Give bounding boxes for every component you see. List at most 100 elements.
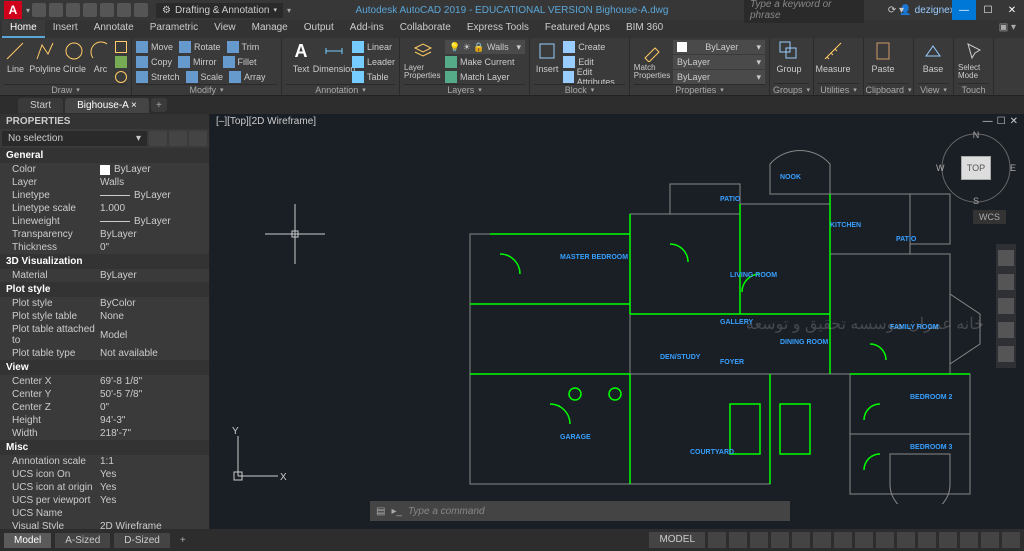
prop-row[interactable]: Linetype ByLayer — [0, 189, 209, 202]
leader-tool[interactable]: Leader — [352, 55, 395, 69]
file-tab-start[interactable]: Start — [18, 98, 63, 113]
polyline-tool[interactable]: Polyline — [30, 40, 60, 74]
ortho-toggle[interactable] — [750, 532, 768, 548]
wcs-label[interactable]: WCS — [973, 210, 1006, 224]
make-current-button[interactable]: Make Current — [445, 55, 525, 69]
block-create[interactable]: Create — [563, 40, 625, 54]
search-input[interactable]: Type a keyword or phrase — [744, 0, 864, 23]
drawing-canvas[interactable]: [–][Top][2D Wireframe] — ☐ ✕ — [210, 114, 1024, 529]
scale-tool[interactable]: Scale — [186, 70, 224, 84]
prop-row[interactable]: TransparencyByLayer — [0, 228, 209, 241]
panel-title-utilities[interactable]: Utilities — [818, 83, 859, 95]
model-space-button[interactable]: MODEL — [649, 532, 705, 548]
circle-tool[interactable]: Circle — [63, 40, 86, 74]
layout-tab-d[interactable]: D-Sized — [114, 533, 170, 548]
measure-button[interactable]: Measure — [818, 40, 848, 74]
annotation-scale-button[interactable] — [876, 532, 894, 548]
prop-row[interactable]: UCS icon at originYes — [0, 481, 209, 494]
property-combo-0[interactable]: ByLayer▾ — [673, 40, 765, 54]
close-button[interactable]: ✕ — [1000, 0, 1024, 20]
command-history-button[interactable]: ▤ — [376, 506, 385, 517]
ribbon-minimize-button[interactable]: ▣ ▾ — [991, 20, 1024, 38]
viewport-minimize-button[interactable]: — — [983, 116, 993, 127]
exchange-icon[interactable]: ⟳ ▾ — [888, 5, 904, 16]
pan-icon[interactable] — [998, 274, 1014, 290]
paste-button[interactable]: Paste — [868, 40, 898, 74]
qat-undo-icon[interactable] — [117, 3, 131, 17]
ribbon-tab-featured-apps[interactable]: Featured Apps — [537, 20, 618, 38]
prop-row[interactable]: Center Z0" — [0, 401, 209, 414]
prop-row[interactable]: LayerWalls — [0, 176, 209, 189]
hatch-tool[interactable] — [115, 55, 127, 69]
trim-tool[interactable]: Trim — [227, 40, 260, 54]
prop-group-misc[interactable]: Misc — [0, 440, 209, 455]
ribbon-tab-view[interactable]: View — [206, 20, 244, 38]
clean-screen[interactable] — [981, 532, 999, 548]
ribbon-tab-add-ins[interactable]: Add-ins — [342, 20, 392, 38]
stretch-tool[interactable]: Stretch — [136, 70, 180, 84]
prop-row[interactable]: Plot styleByColor — [0, 297, 209, 310]
new-tab-button[interactable]: + — [151, 98, 167, 112]
qat-redo-icon[interactable] — [134, 3, 148, 17]
ribbon-tab-express-tools[interactable]: Express Tools — [459, 20, 537, 38]
ribbon-tab-collaborate[interactable]: Collaborate — [392, 20, 459, 38]
prop-row[interactable]: Plot table attached toModel — [0, 323, 209, 347]
property-combo-2[interactable]: ByLayer▾ — [673, 70, 765, 84]
workspace-selector[interactable]: ⚙ Drafting & Annotation ▾ — [156, 3, 283, 18]
ribbon-tab-annotate[interactable]: Annotate — [86, 20, 142, 38]
prop-row[interactable]: Thickness0" — [0, 241, 209, 254]
match-properties-button[interactable]: Match Properties — [634, 40, 670, 80]
copy-tool[interactable]: Copy — [136, 55, 172, 69]
base-view-button[interactable]: Base — [918, 40, 948, 74]
panel-title-block[interactable]: Block — [534, 84, 625, 95]
layout-tab-a[interactable]: A-Sized — [55, 533, 110, 548]
quick-select-button[interactable] — [189, 131, 207, 146]
qat-new-icon[interactable] — [32, 3, 46, 17]
prop-row[interactable]: Lineweight ByLayer — [0, 215, 209, 228]
layer-properties-button[interactable]: Layer Properties — [404, 40, 442, 80]
panel-title-clipboard[interactable]: Clipboard — [868, 83, 909, 95]
ribbon-tab-home[interactable]: Home — [2, 20, 45, 38]
prop-row[interactable]: Width218'-7" — [0, 427, 209, 440]
select-mode-button[interactable]: Select Mode — [958, 40, 988, 80]
ellipse-tool[interactable] — [115, 70, 127, 84]
qat-open-icon[interactable] — [49, 3, 63, 17]
group-button[interactable]: Group — [774, 40, 804, 74]
prop-row[interactable]: UCS per viewportYes — [0, 494, 209, 507]
move-tool[interactable]: Move — [136, 40, 173, 54]
layout-tab-model[interactable]: Model — [4, 533, 51, 548]
ribbon-tab-parametric[interactable]: Parametric — [142, 20, 206, 38]
panel-title-annotation[interactable]: Annotation — [286, 84, 395, 95]
prop-group-view[interactable]: View — [0, 360, 209, 375]
prop-row[interactable]: Center X69'-8 1/8" — [0, 375, 209, 388]
isolate-objects[interactable] — [939, 532, 957, 548]
text-tool[interactable]: AText — [286, 40, 316, 74]
prop-group-general[interactable]: General — [0, 148, 209, 163]
selection-filter-combo[interactable]: No selection▾ — [2, 131, 147, 146]
viewport-close-button[interactable]: ✕ — [1010, 116, 1018, 127]
toggle-pickadd-button[interactable] — [149, 131, 167, 146]
qat-saveas-icon[interactable] — [83, 3, 97, 17]
layout-add-button[interactable]: + — [174, 535, 192, 546]
annotation-monitor[interactable] — [918, 532, 936, 548]
view-cube[interactable]: TOP NSWE — [940, 132, 1012, 204]
snap-toggle[interactable] — [729, 532, 747, 548]
property-combo-1[interactable]: ByLayer▾ — [673, 55, 765, 69]
maximize-button[interactable]: ☐ — [976, 0, 1000, 20]
zoom-icon[interactable] — [998, 298, 1014, 314]
arc-tool[interactable]: Arc — [89, 40, 112, 74]
showmotion-icon[interactable] — [998, 346, 1014, 362]
table-tool[interactable]: Table — [352, 70, 395, 84]
ribbon-tab-bim-360[interactable]: BIM 360 — [618, 20, 671, 38]
customization-button[interactable] — [1002, 532, 1020, 548]
lineweight-toggle[interactable] — [834, 532, 852, 548]
transparency-toggle[interactable] — [855, 532, 873, 548]
app-menu-button[interactable]: A — [4, 1, 22, 19]
ribbon-tab-insert[interactable]: Insert — [45, 20, 86, 38]
ribbon-tab-manage[interactable]: Manage — [244, 20, 296, 38]
orbit-icon[interactable] — [998, 322, 1014, 338]
prop-row[interactable]: Plot table typeNot available — [0, 347, 209, 360]
panel-title-properties[interactable]: Properties — [634, 84, 765, 95]
prop-row[interactable]: Linetype scale1.000 — [0, 202, 209, 215]
file-tab-bighouse-a[interactable]: Bighouse-A × — [65, 98, 149, 113]
